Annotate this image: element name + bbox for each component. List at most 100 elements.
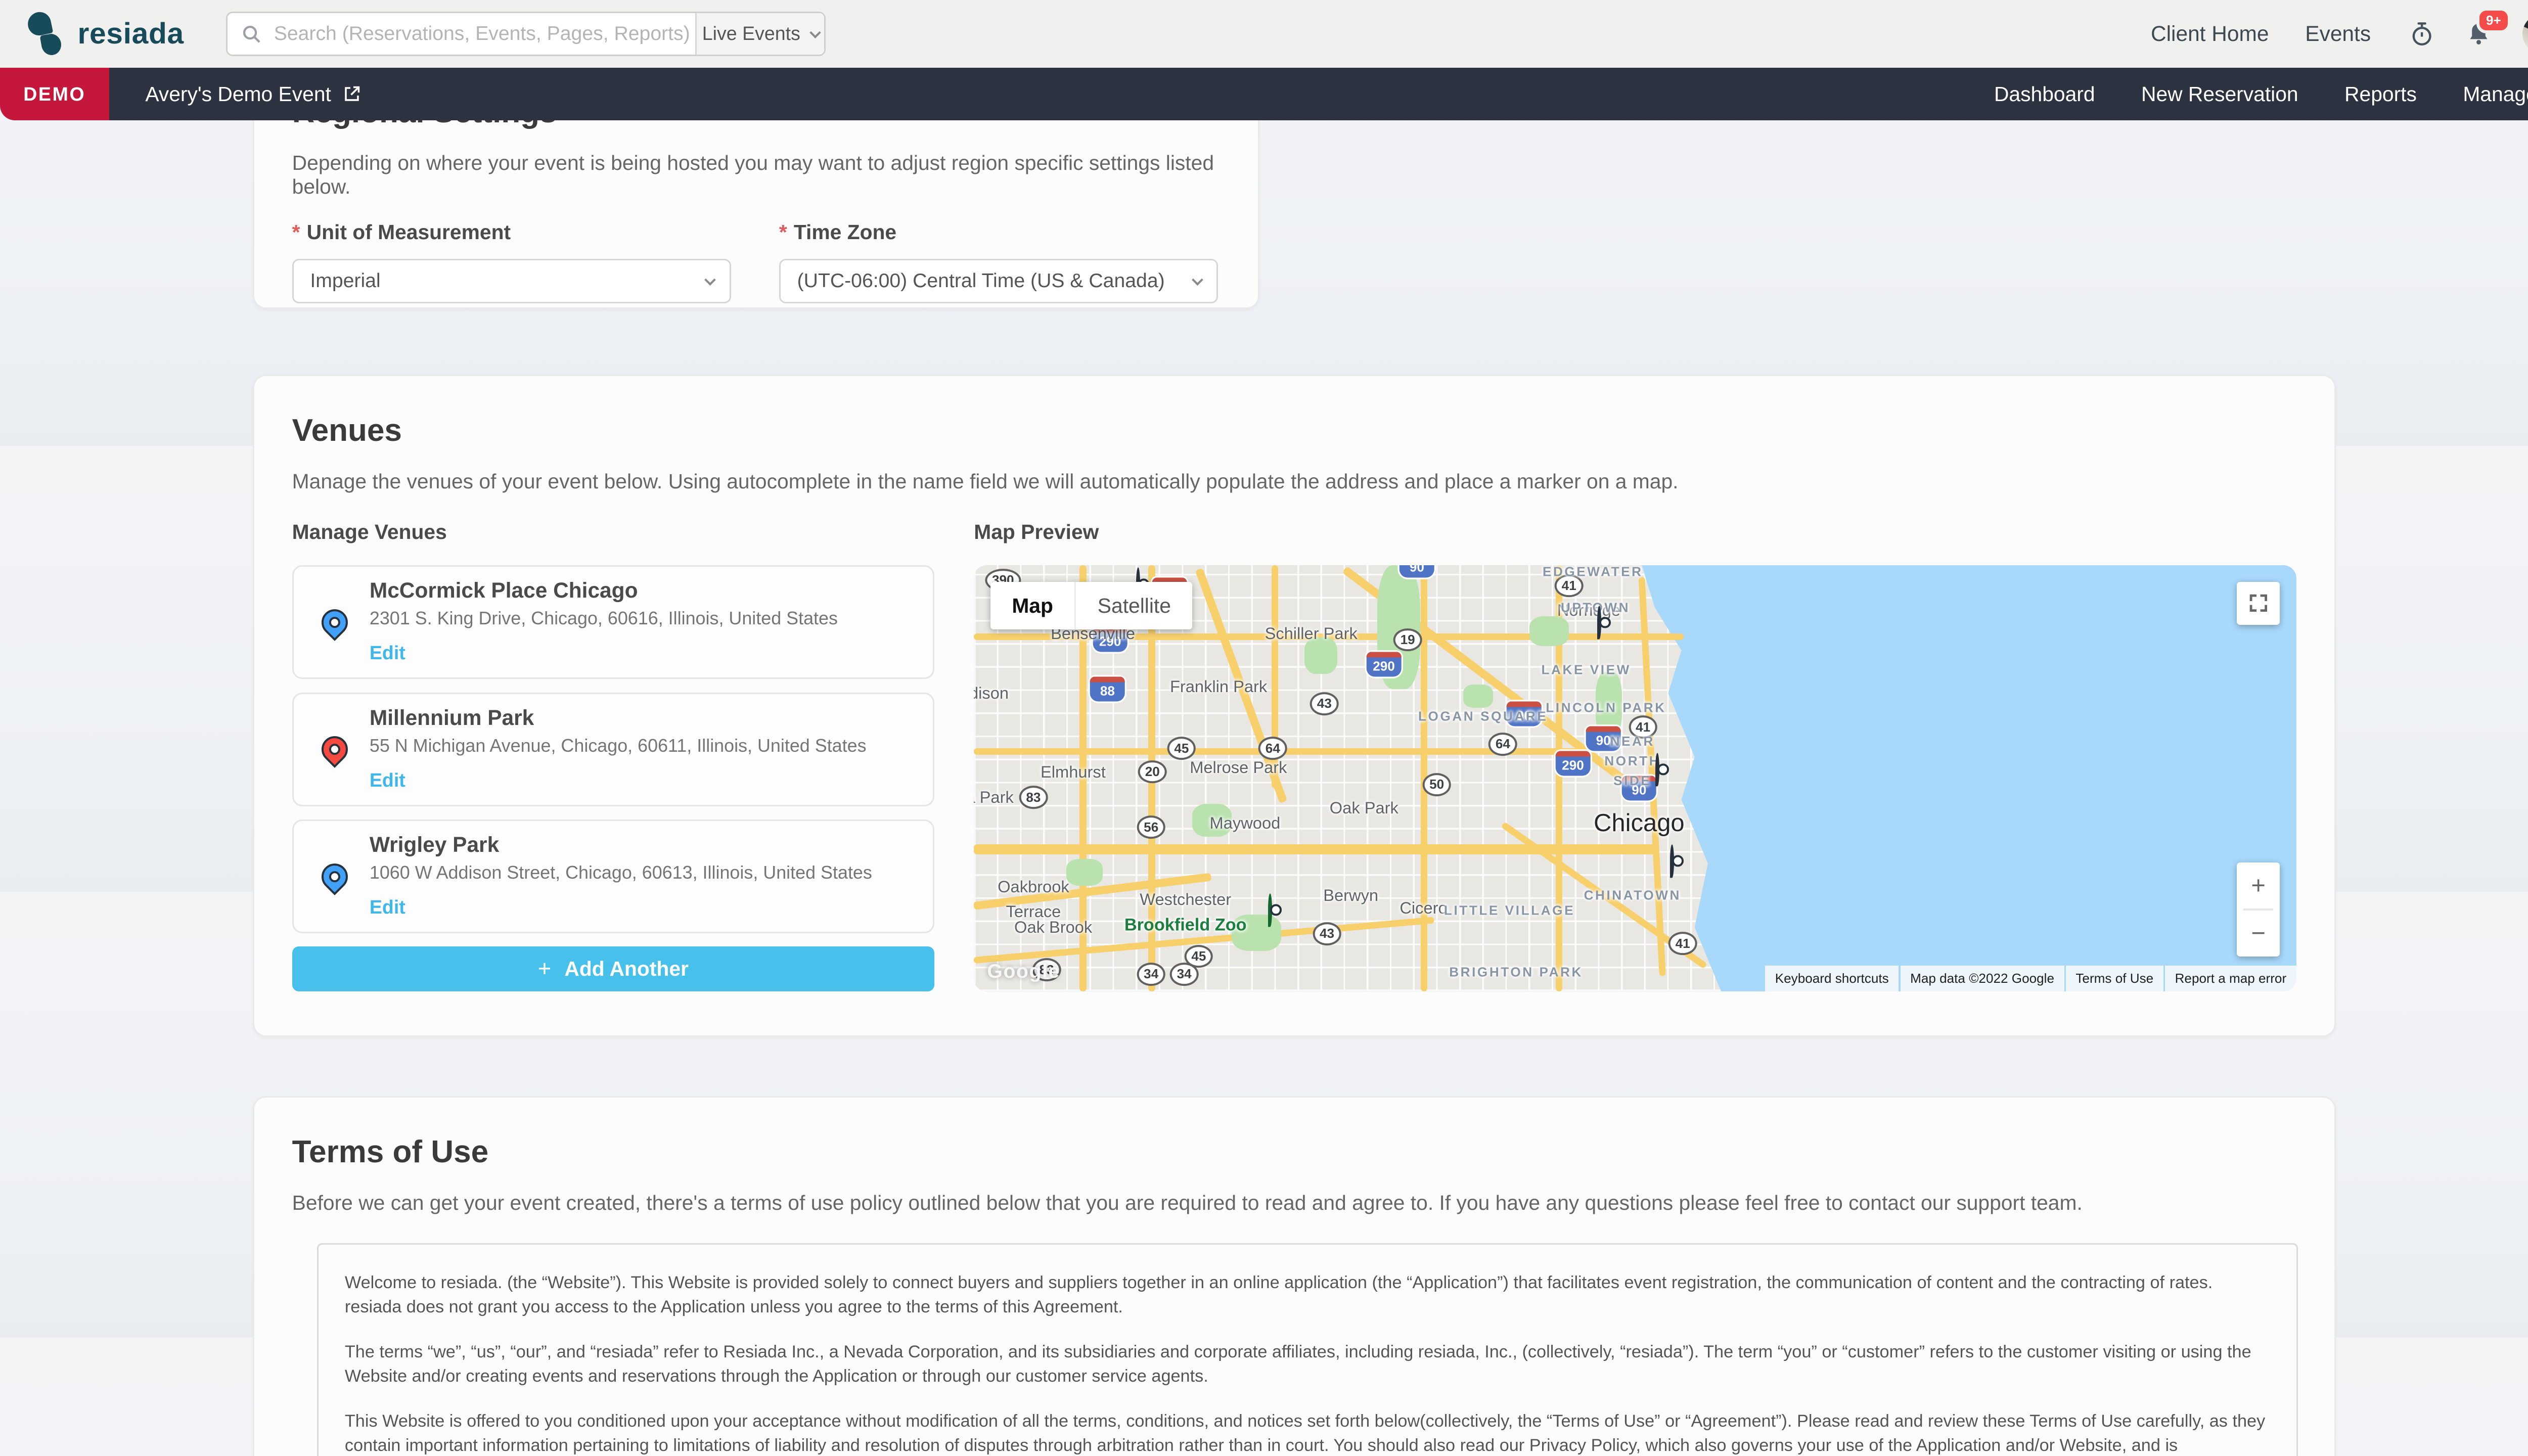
- terms-text-box[interactable]: Welcome to resiada. (the “Website”). Thi…: [317, 1243, 2298, 1456]
- venue-name: Wrigley Park: [370, 833, 872, 857]
- fullscreen-button[interactable]: [2237, 582, 2280, 625]
- map-button[interactable]: Map: [990, 582, 1074, 630]
- eventnav-link-manage[interactable]: Manage: [2463, 82, 2528, 106]
- venue-text: Wrigley Park1060 W Addison Street, Chica…: [370, 833, 872, 920]
- map-zoo-label: Brookfield Zoo: [1124, 916, 1247, 935]
- map-route-shield-34: 34: [1170, 963, 1199, 986]
- eventnav-links: Dashboard New Reservation Reports Manage: [1994, 82, 2528, 106]
- chevron-down-icon: [1191, 274, 1203, 286]
- map-route-shield-56: 56: [1137, 815, 1165, 839]
- map-neighborhood-label: EDGEWATER: [1543, 565, 1643, 579]
- topnav-link-events[interactable]: Events: [2305, 22, 2371, 46]
- venue-list: McCormick Place Chicago2301 S. King Driv…: [292, 565, 974, 933]
- search-scope-select[interactable]: Live Events: [695, 13, 824, 55]
- time-zone-label: Time Zone: [794, 220, 896, 244]
- user-avatar[interactable]: [2522, 14, 2528, 54]
- venue-address: 55 N Michigan Avenue, Chicago, 60611, Il…: [370, 735, 867, 756]
- map-marker-blue[interactable]: [1597, 607, 1601, 638]
- resiada-logo-icon: [26, 12, 66, 55]
- venue-edit-link[interactable]: Edit: [370, 642, 405, 663]
- venue-item: Wrigley Park1060 W Addison Street, Chica…: [292, 820, 934, 933]
- map-pin-icon: [315, 601, 354, 644]
- unit-of-measurement-label: Unit of Measurement: [307, 220, 511, 244]
- map-route-shield-20: 20: [1138, 760, 1167, 784]
- map-neighborhood-label: UPTOWN: [1561, 600, 1630, 616]
- chevron-down-icon: [809, 27, 821, 38]
- venue-item: McCormick Place Chicago2301 S. King Driv…: [292, 565, 934, 679]
- venues-card: Venues Manage the venues of your event b…: [253, 375, 2336, 1036]
- map-route-shield-64: 64: [1258, 737, 1287, 760]
- map-town-label: Oak Brook: [1014, 918, 1092, 937]
- map-neighborhood-label: LOGAN SQUARE: [1418, 709, 1548, 724]
- fullscreen-icon: [2247, 592, 2270, 615]
- map-neighborhood-label: NEAR NORTH SIDE: [1585, 732, 1680, 791]
- map-route-shield-45: 45: [1167, 737, 1196, 760]
- map-park: [1463, 685, 1493, 708]
- map-preview[interactable]: 3909019294432944564208329050562908843458…: [974, 565, 2296, 991]
- unit-of-measurement-select[interactable]: Imperial: [292, 259, 732, 303]
- map-route-shield-90: 90: [1400, 565, 1434, 577]
- satellite-button[interactable]: Satellite: [1074, 582, 1192, 630]
- notification-badge: 9+: [2476, 8, 2511, 33]
- eventnav-link-dashboard[interactable]: Dashboard: [1994, 82, 2095, 106]
- top-navbar: resiada Live Events Client Home Events 9+: [0, 0, 2528, 68]
- brand-logo[interactable]: resiada: [26, 12, 201, 55]
- pin-blue-icon: [316, 604, 353, 641]
- venue-item: Millennium Park 55 N Michigan Avenue, Chi…: [292, 693, 934, 806]
- map-neighborhood-label: BRIGHTON PARK: [1449, 964, 1583, 980]
- pin-red-icon: [316, 731, 353, 768]
- map-route-shield-64: 64: [1488, 733, 1517, 756]
- map-route-shield-88: 88: [1090, 677, 1125, 702]
- venue-name: Millennium Park: [370, 706, 867, 730]
- map-route-shield-43: 43: [1313, 922, 1341, 945]
- pin-red-icon: [1655, 753, 1659, 786]
- pin-blue-icon: [1597, 606, 1601, 639]
- external-link-icon: [343, 85, 361, 103]
- search-input[interactable]: [262, 23, 695, 45]
- map-route-shield-19: 19: [1393, 628, 1422, 652]
- map-marker-blue[interactable]: [1670, 846, 1674, 876]
- terms-description: Before we can get your event created, th…: [292, 1191, 2297, 1215]
- zoom-out-button[interactable]: −: [2237, 911, 2280, 957]
- venue-edit-link[interactable]: Edit: [370, 896, 405, 918]
- event-navbar-bar: Avery's Demo Event Dashboard New Reservat…: [109, 68, 2528, 120]
- add-another-label: Add Another: [564, 957, 689, 981]
- eventnav-link-reports[interactable]: Reports: [2344, 82, 2417, 106]
- event-title[interactable]: Avery's Demo Event: [145, 82, 360, 106]
- brand-name: resiada: [77, 17, 184, 51]
- unit-of-measurement-value: Imperial: [310, 270, 380, 292]
- terms-paragraph: Welcome to resiada. (the “Website”). Thi…: [345, 1271, 2270, 1319]
- zoom-in-button[interactable]: +: [2237, 862, 2280, 908]
- timer-icon[interactable]: [2409, 21, 2435, 47]
- demo-badge: DEMO: [0, 68, 109, 120]
- map-marker-red[interactable]: [1655, 754, 1659, 785]
- manage-venues-label: Manage Venues: [292, 520, 974, 544]
- map-attr-keyboard-shortcuts[interactable]: Keyboard shortcuts: [1765, 966, 1899, 991]
- search-icon: [241, 23, 262, 44]
- map-route-shield-43: 43: [1310, 692, 1339, 715]
- notifications-button[interactable]: 9+: [2466, 21, 2491, 47]
- chevron-down-icon: [704, 274, 716, 286]
- map-neighborhood-label: CHINATOWN: [1584, 888, 1681, 903]
- venue-address: 2301 S. King Drive, Chicago, 60616, Illi…: [370, 608, 838, 629]
- topnav-link-client-home[interactable]: Client Home: [2151, 22, 2269, 46]
- unit-of-measurement-field: *Unit of Measurement Imperial: [292, 220, 732, 304]
- map-attr-report-a-map-error[interactable]: Report a map error: [2165, 966, 2296, 991]
- map-attribution: Keyboard shortcutsMap data ©2022 GoogleT…: [1764, 966, 2296, 991]
- map-town-label: a Park: [974, 788, 1014, 807]
- map-town-label: Franklin Park: [1170, 677, 1267, 696]
- topnav-right: Client Home Events 9+: [2151, 14, 2528, 54]
- map-town-label: Westchester: [1140, 890, 1231, 909]
- map-town-label: Melrose Park: [1190, 758, 1287, 777]
- eventnav-link-new-reservation[interactable]: New Reservation: [2141, 82, 2298, 106]
- map-attr-terms-of-use[interactable]: Terms of Use: [2066, 966, 2163, 991]
- topnav-links: Client Home Events: [2151, 22, 2371, 46]
- venues-title: Venues: [292, 413, 2297, 448]
- map-park: [1304, 638, 1337, 674]
- time-zone-value: (UTC-06:00) Central Time (US & Canada): [797, 270, 1165, 292]
- map-town-label: Maywood: [1210, 813, 1281, 833]
- add-another-venue-button[interactable]: + Add Another: [292, 946, 934, 991]
- map-town-label: Elmhurst: [1041, 762, 1106, 782]
- time-zone-select[interactable]: (UTC-06:00) Central Time (US & Canada): [779, 259, 1218, 303]
- venue-edit-link[interactable]: Edit: [370, 769, 405, 791]
